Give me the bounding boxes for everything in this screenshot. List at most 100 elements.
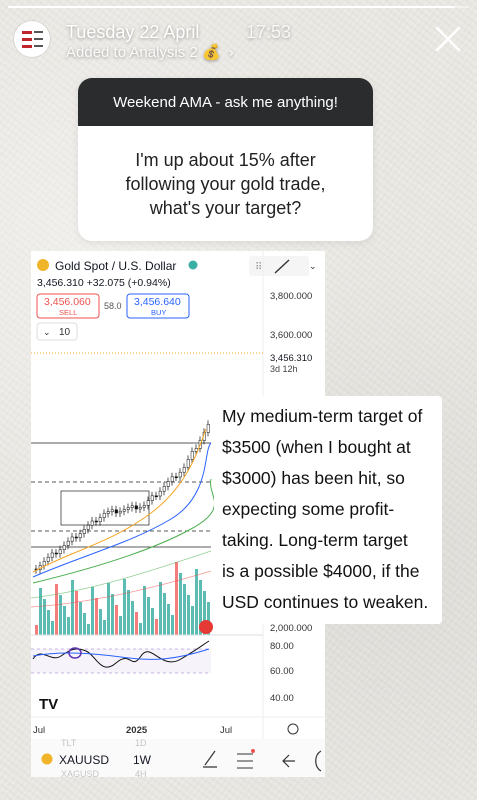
candle-body [206,424,210,433]
candle-body [50,552,54,558]
candle-body [46,556,50,562]
price-change-line: 3,456.310 +32.075 (+0.94%) [37,277,171,289]
volume-bar [99,609,102,635]
volume-bar [179,573,182,635]
candle-body [54,552,58,555]
volume-bar [167,604,170,635]
candle-body [114,509,118,514]
answer-line: $3500 (when I bought at [222,437,411,457]
volume-bar [155,619,158,635]
highlight-link[interactable]: Added to Analysis 2 💰 › [66,43,234,61]
candle-body [42,561,46,566]
candle-body [118,510,122,514]
candle-body [90,520,94,526]
candle-body [142,505,146,508]
ghost-interval: 1D [135,738,147,748]
volume-bar [123,579,126,635]
rsi-tick: 60.00 [270,666,294,677]
settings-icon[interactable] [287,723,299,735]
gold-symbol-icon [41,753,53,765]
volume-bar [139,623,142,635]
candle-body [146,500,150,506]
volume-bar [151,608,154,635]
money-bag-icon: 💰 [201,44,221,61]
volume-bar [175,562,178,635]
volume-bar [171,615,174,635]
gold-symbol-icon [37,259,49,271]
volume-bar [51,621,54,635]
volume-bar [55,584,58,635]
candle-body [94,520,98,523]
answer-line: expecting some profit- [222,499,395,519]
avatar-logo-bar [22,45,32,48]
question-text: I'm up about 15% after following your go… [78,126,373,241]
candle-body [122,509,126,512]
x-label: Jul [220,725,232,736]
volume-bar [43,599,46,635]
candle-body [170,476,174,482]
avatar[interactable] [14,21,50,57]
volume-bar [47,610,50,635]
tradingview-logo-icon: TV [39,696,58,713]
candle-body [178,471,182,478]
candle-body [138,506,142,510]
avatar-logo-bar [22,31,32,34]
answer-line: is a possible $4000, if the [222,561,420,581]
volume-bar [35,625,38,635]
buy-price: 3,456.640 [134,296,181,308]
volume-bar [87,624,90,635]
candle-body [182,467,186,473]
volume-bar [107,583,110,635]
rsi-tick: 40.00 [270,693,294,704]
chevron-right-icon: › [228,44,234,61]
buy-label: BUY [151,308,166,317]
rsi-tick: 80.00 [270,641,294,652]
ticker-selector[interactable]: XAUUSD [59,753,109,767]
indicator-count: 10 [59,327,71,338]
volume-bar [163,593,166,635]
volume-bar [119,616,122,635]
candle-body [66,540,70,546]
y-tick: 3,600.000 [270,330,312,341]
candle-body [110,509,114,512]
volume-bar [111,594,114,635]
candle-body [162,486,166,492]
candle-body [186,459,190,468]
answer-line: USD continues to weaken. [222,592,429,612]
candle-body [58,549,62,555]
rsi-band [31,649,211,673]
close-icon[interactable] [433,24,463,54]
candle-body [70,536,74,542]
candle-body [102,513,106,518]
interval-selector[interactable]: 1W [133,753,152,767]
question-sticker: Weekend AMA - ask me anything! I'm up ab… [78,78,373,241]
volume-bar [115,605,118,635]
chevron-down-icon[interactable]: ⌄ [309,261,317,271]
story-progress-bar [8,6,469,8]
candle-body [74,536,78,539]
highlight-label: Added to Analysis 2 [66,44,198,61]
notification-dot [251,749,255,753]
avatar-logo-line [34,38,43,40]
candle-body [130,505,134,508]
y-tick: 3,800.000 [270,291,312,302]
volume-bar [135,612,138,635]
volume-bar [75,591,78,635]
story-time: 17:53 [246,22,292,42]
volume-bar [39,588,42,635]
last-price-label: 3,456.310 [270,353,312,364]
volume-tick: 2,000.000 [270,623,312,634]
candle-body [190,451,194,460]
candle-body [78,533,82,539]
question-sticker-header: Weekend AMA - ask me anything! [78,78,373,126]
symbol-title: Gold Spot / U.S. Dollar [55,259,176,273]
candle-body [166,481,170,487]
volume-bar [191,606,194,635]
answer-line: taking. Long-term target [222,530,408,550]
candle-body [62,545,66,550]
volume-bar [147,597,150,635]
volume-bar [195,569,198,635]
answer-line: My medium-term target of [222,406,423,426]
us-flag-icon [199,620,213,634]
candle-body [174,476,178,479]
